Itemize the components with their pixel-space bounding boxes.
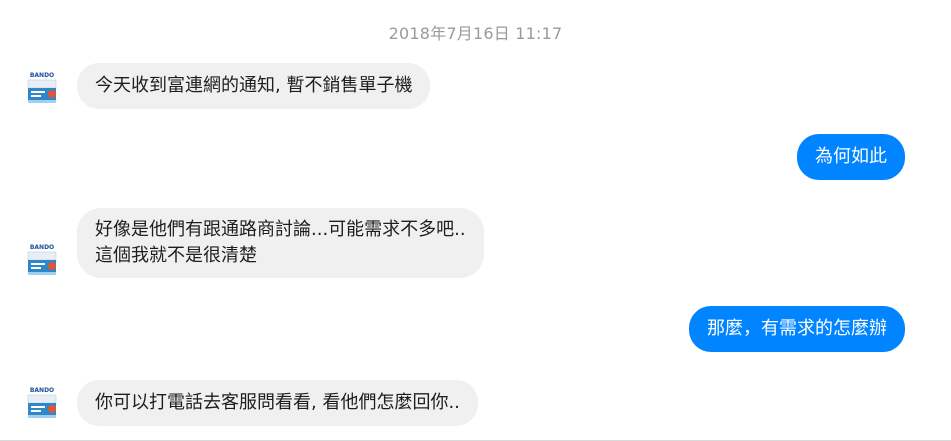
product-box-logo-icon: BANDO [22, 383, 62, 423]
message-text: 為何如此 [815, 146, 887, 167]
conversation-timestamp: 2018年7月16日 11:17 [388, 24, 563, 43]
product-box-logo-icon: BANDO [22, 68, 62, 108]
contact-avatar[interactable]: BANDO [22, 383, 62, 423]
product-box-logo-icon: BANDO [22, 240, 62, 280]
avatar-brand-text: BANDO [30, 387, 54, 394]
contact-avatar[interactable]: BANDO [22, 68, 62, 108]
contact-avatar[interactable]: BANDO [22, 240, 62, 280]
incoming-message[interactable]: 你可以打電話去客服問看看, 看他們怎麼回你.. [77, 380, 478, 426]
chat-window: 2018年7月16日 11:17 BANDO 今天收到富連網的通知, 暫不銷售單… [0, 0, 951, 441]
message-text: 今天收到富連網的通知, 暫不銷售單子機 [95, 75, 413, 96]
outgoing-message[interactable]: 為何如此 [797, 134, 905, 180]
message-text: 那麼，有需求的怎麼辦 [707, 318, 887, 339]
avatar-brand-text: BANDO [30, 244, 54, 251]
message-text-line: 好像是他們有跟通路商討論...可能需求不多吧.. [95, 219, 466, 240]
message-text: 你可以打電話去客服問看看, 看他們怎麼回你.. [95, 392, 460, 413]
incoming-message[interactable]: 好像是他們有跟通路商討論...可能需求不多吧.. 這個我就不是很清楚 [77, 208, 484, 278]
incoming-message[interactable]: 今天收到富連網的通知, 暫不銷售單子機 [77, 63, 431, 109]
avatar-brand-text: BANDO [30, 72, 54, 79]
outgoing-message[interactable]: 那麼，有需求的怎麼辦 [689, 306, 905, 352]
message-text-line: 這個我就不是很清楚 [95, 245, 257, 266]
